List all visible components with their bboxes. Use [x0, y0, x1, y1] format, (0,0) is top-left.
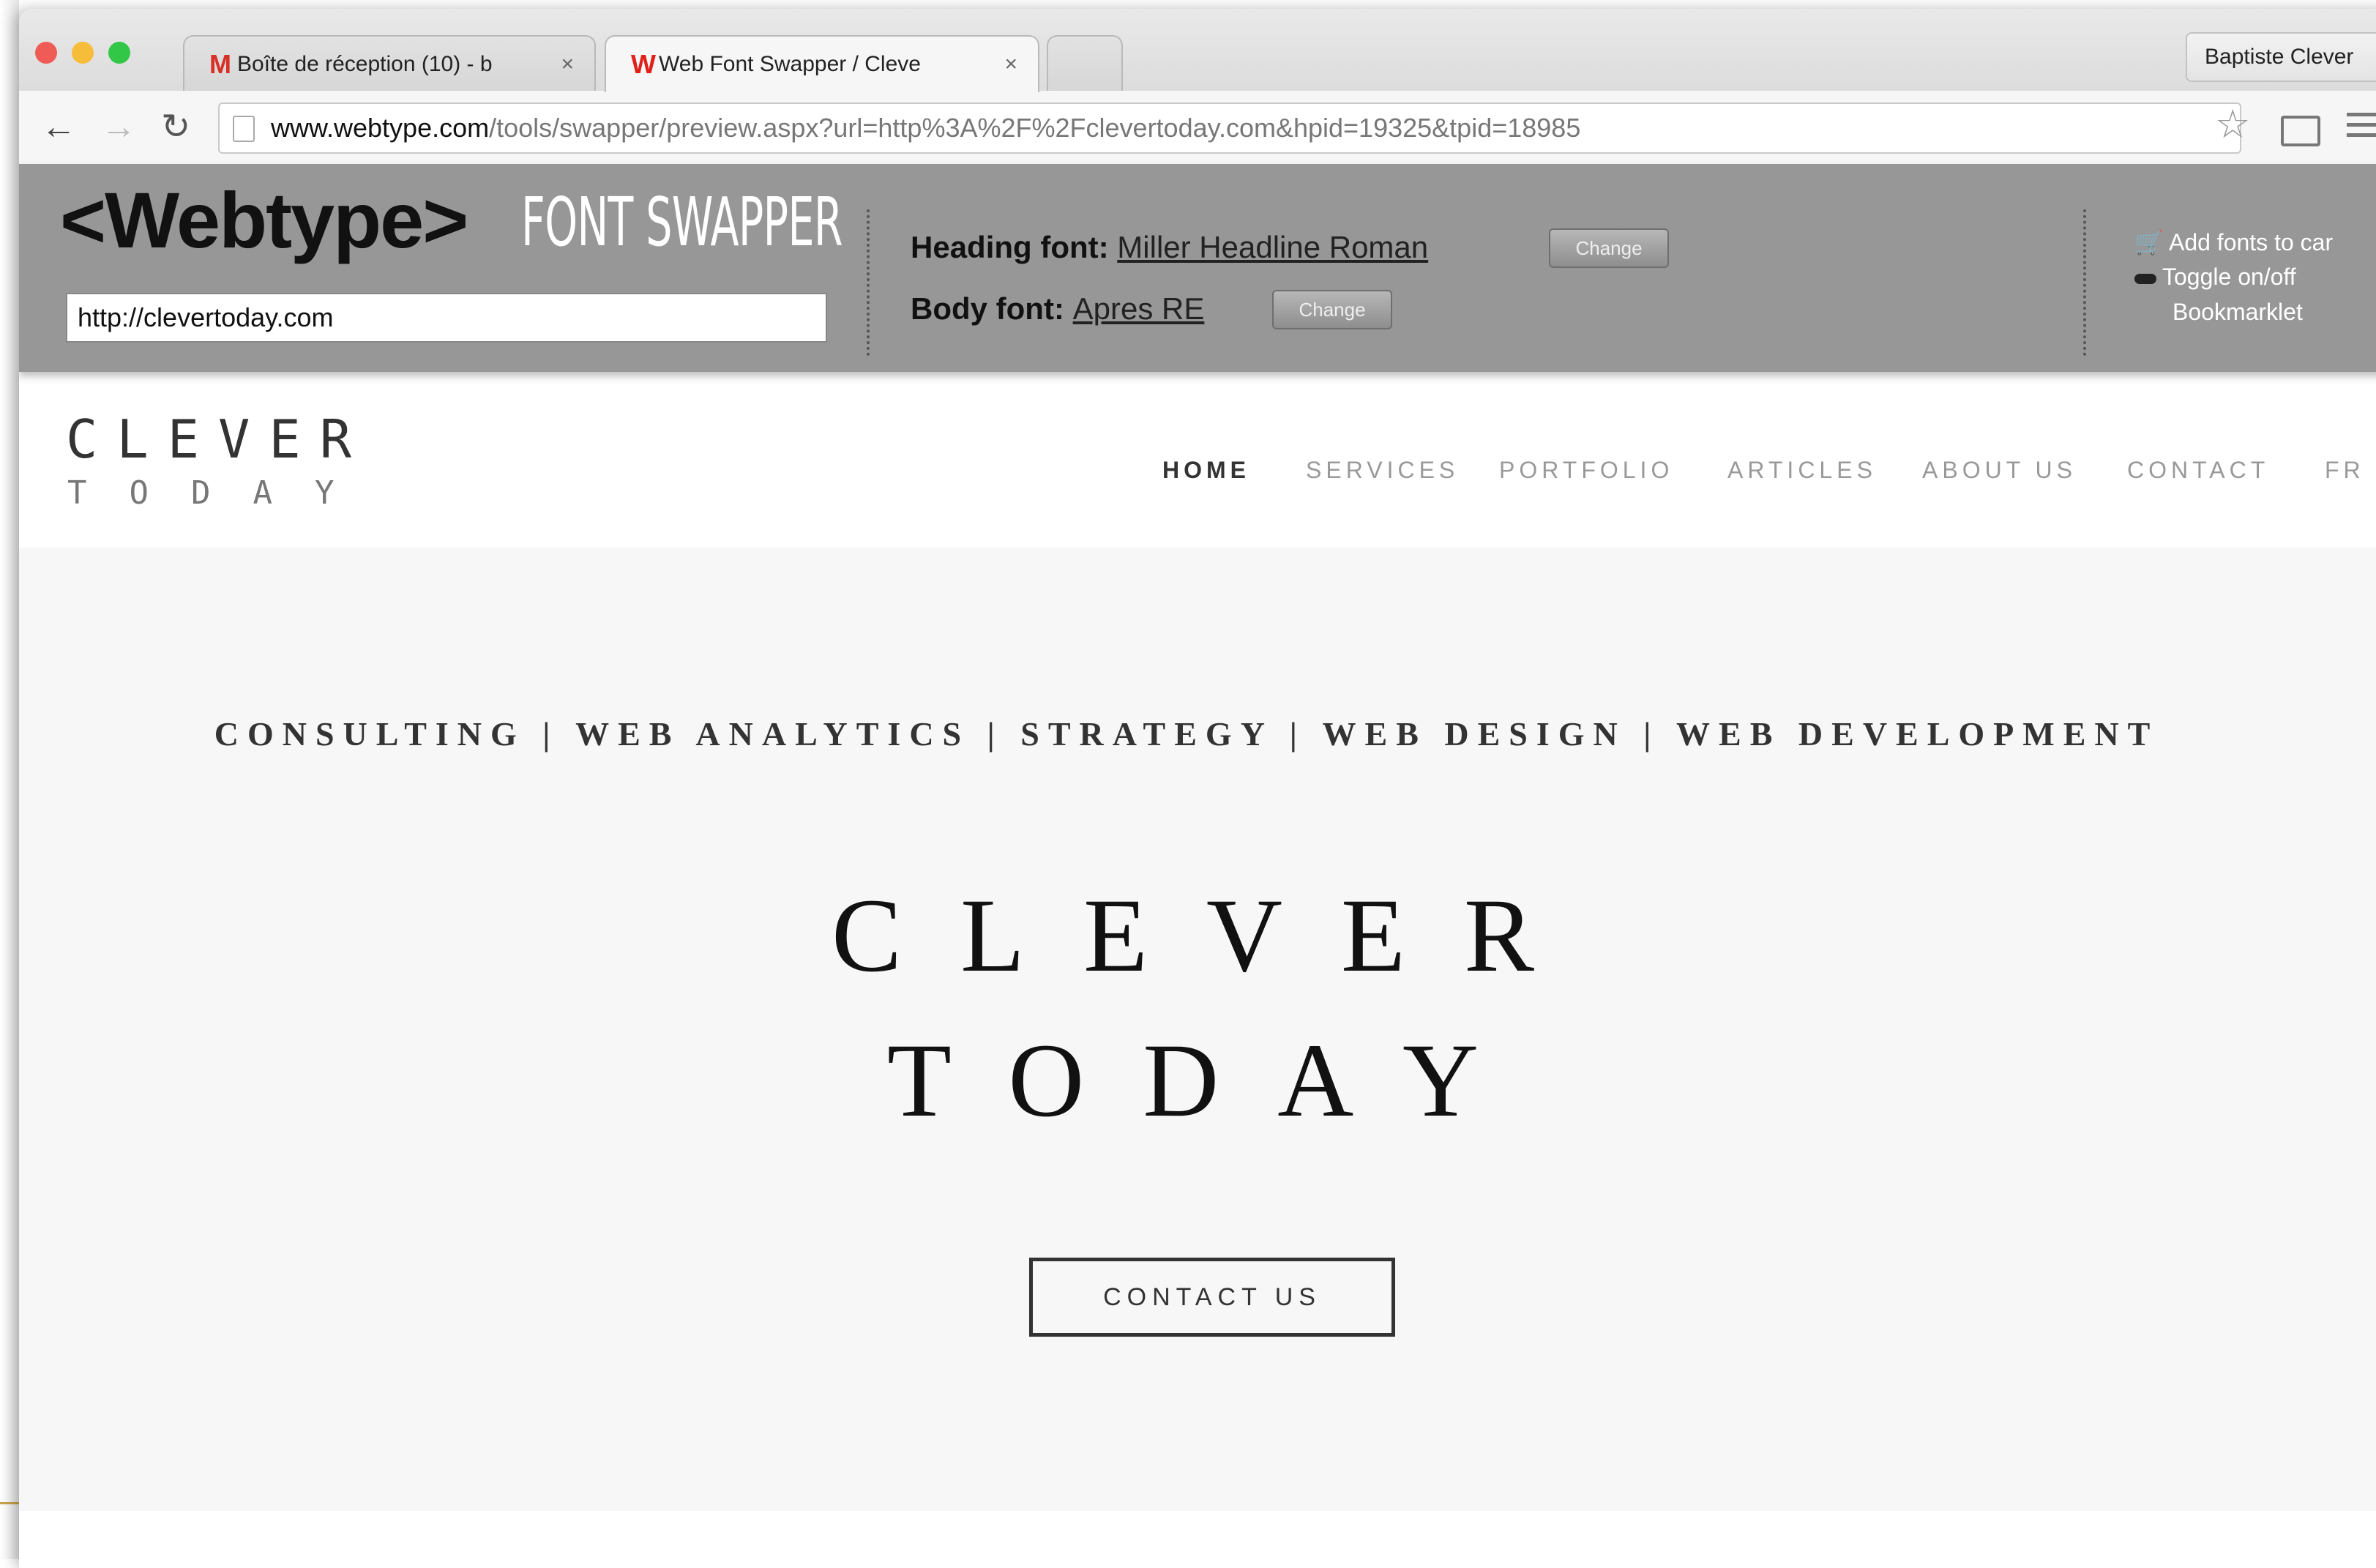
divider — [2083, 209, 2086, 356]
bookmarklet-label: Bookmarklet — [2173, 299, 2303, 325]
font-swapper-title: FONT SWAPPER — [521, 183, 843, 261]
cast-icon[interactable] — [2281, 116, 2320, 146]
nav-services[interactable]: SERVICES — [1306, 457, 1459, 484]
tab-close-icon[interactable]: × — [561, 37, 574, 92]
add-fonts-link[interactable]: 🛒 Add fonts to car — [2134, 228, 2333, 256]
services-tagline: CONSULTING | WEB ANALYTICS | STRATEGY | … — [214, 715, 2159, 753]
site-url-input[interactable]: http://clevertoday.com — [66, 293, 827, 343]
minimize-window-button[interactable] — [72, 42, 94, 64]
url-path: /tools/swapper/preview.aspx?url=http%3A%… — [489, 113, 1581, 143]
page-continuation — [19, 1511, 2376, 1568]
address-bar[interactable]: www.webtype.com/tools/swapper/preview.as… — [218, 102, 2241, 154]
tab-webtype[interactable]: W Web Font Swapper / Cleve × — [605, 35, 1039, 92]
url-text: www.webtype.com/tools/swapper/preview.as… — [271, 104, 1580, 152]
browser-toolbar: ← → ↻ www.webtype.com/tools/swapper/prev… — [19, 91, 2376, 165]
new-tab-button[interactable] — [1047, 35, 1123, 92]
webtype-swapper-bar: <Webtype> FONT SWAPPER http://clevertoda… — [19, 164, 2376, 372]
back-arrow-icon[interactable]: ← — [41, 107, 76, 148]
tab-bar: M Boîte de réception (10) - b × W Web Fo… — [19, 9, 2376, 92]
webtype-icon: W — [631, 49, 656, 79]
reload-icon[interactable]: ↻ — [161, 107, 190, 148]
body-font-row: Body font: Apres RE — [911, 291, 1204, 326]
divider — [867, 209, 870, 356]
nav-articles[interactable]: ARTICLES — [1727, 457, 1877, 484]
tab-gmail[interactable]: M Boîte de réception (10) - b × — [183, 35, 596, 92]
toggle-link[interactable]: Toggle on/off — [2134, 264, 2296, 291]
add-fonts-label: Add fonts to car — [2168, 229, 2334, 255]
site-header: CLEVER TODAY HOME SERVICES PORTFOLIO ART… — [19, 372, 2376, 548]
close-window-button[interactable] — [35, 42, 57, 64]
nav-contact[interactable]: CONTACT — [2127, 457, 2269, 484]
page-icon — [233, 116, 255, 142]
forward-arrow-icon[interactable]: → — [101, 107, 136, 148]
desktop-edge — [0, 0, 19, 1559]
change-heading-font-button[interactable]: Change — [1549, 228, 1669, 268]
nav-language-fr[interactable]: FR — [2325, 457, 2365, 484]
toggle-label: Toggle on/off — [2162, 264, 2296, 290]
heading-font-label: Heading font: — [911, 230, 1109, 264]
body-font-link[interactable]: Apres RE — [1073, 291, 1205, 326]
nav-home[interactable]: HOME — [1162, 457, 1250, 484]
tab-title: Web Font Swapper / Cleve — [659, 52, 921, 76]
heading-font-link[interactable]: Miller Headline Roman — [1117, 230, 1428, 264]
contact-us-button[interactable]: CONTACT US — [1029, 1258, 1395, 1337]
profile-button[interactable]: Baptiste Clever — [2186, 32, 2376, 82]
body-font-label: Body font: — [911, 291, 1064, 326]
hero-title-line2: TODAY — [886, 1023, 1538, 1139]
site-logo-today[interactable]: TODAY — [67, 474, 376, 512]
hero-section: CONSULTING | WEB ANALYTICS | STRATEGY | … — [19, 548, 2376, 1511]
heading-font-row: Heading font: Miller Headline Roman — [911, 230, 1428, 265]
tab-title: Boîte de réception (10) - b — [237, 52, 493, 76]
cart-icon: 🛒 — [2134, 229, 2164, 255]
toggle-icon — [2134, 273, 2156, 284]
nav-about-us[interactable]: ABOUT US — [1922, 457, 2077, 484]
change-body-font-button[interactable]: Change — [1272, 290, 1392, 329]
menu-icon[interactable] — [2347, 113, 2376, 143]
url-host: www.webtype.com — [271, 113, 490, 143]
tab-close-icon[interactable]: × — [1004, 37, 1017, 92]
gmail-icon: M — [209, 49, 231, 79]
browser-window: M Boîte de réception (10) - b × W Web Fo… — [19, 9, 2376, 1568]
webtype-logo[interactable]: <Webtype> — [60, 174, 468, 266]
nav-portfolio[interactable]: PORTFOLIO — [1499, 457, 1673, 484]
maximize-window-button[interactable] — [108, 42, 130, 64]
hero-title-line1: CLEVER — [832, 878, 1593, 994]
star-icon[interactable]: ☆ — [2215, 101, 2250, 147]
site-logo-clever[interactable]: CLEVER — [66, 408, 370, 470]
